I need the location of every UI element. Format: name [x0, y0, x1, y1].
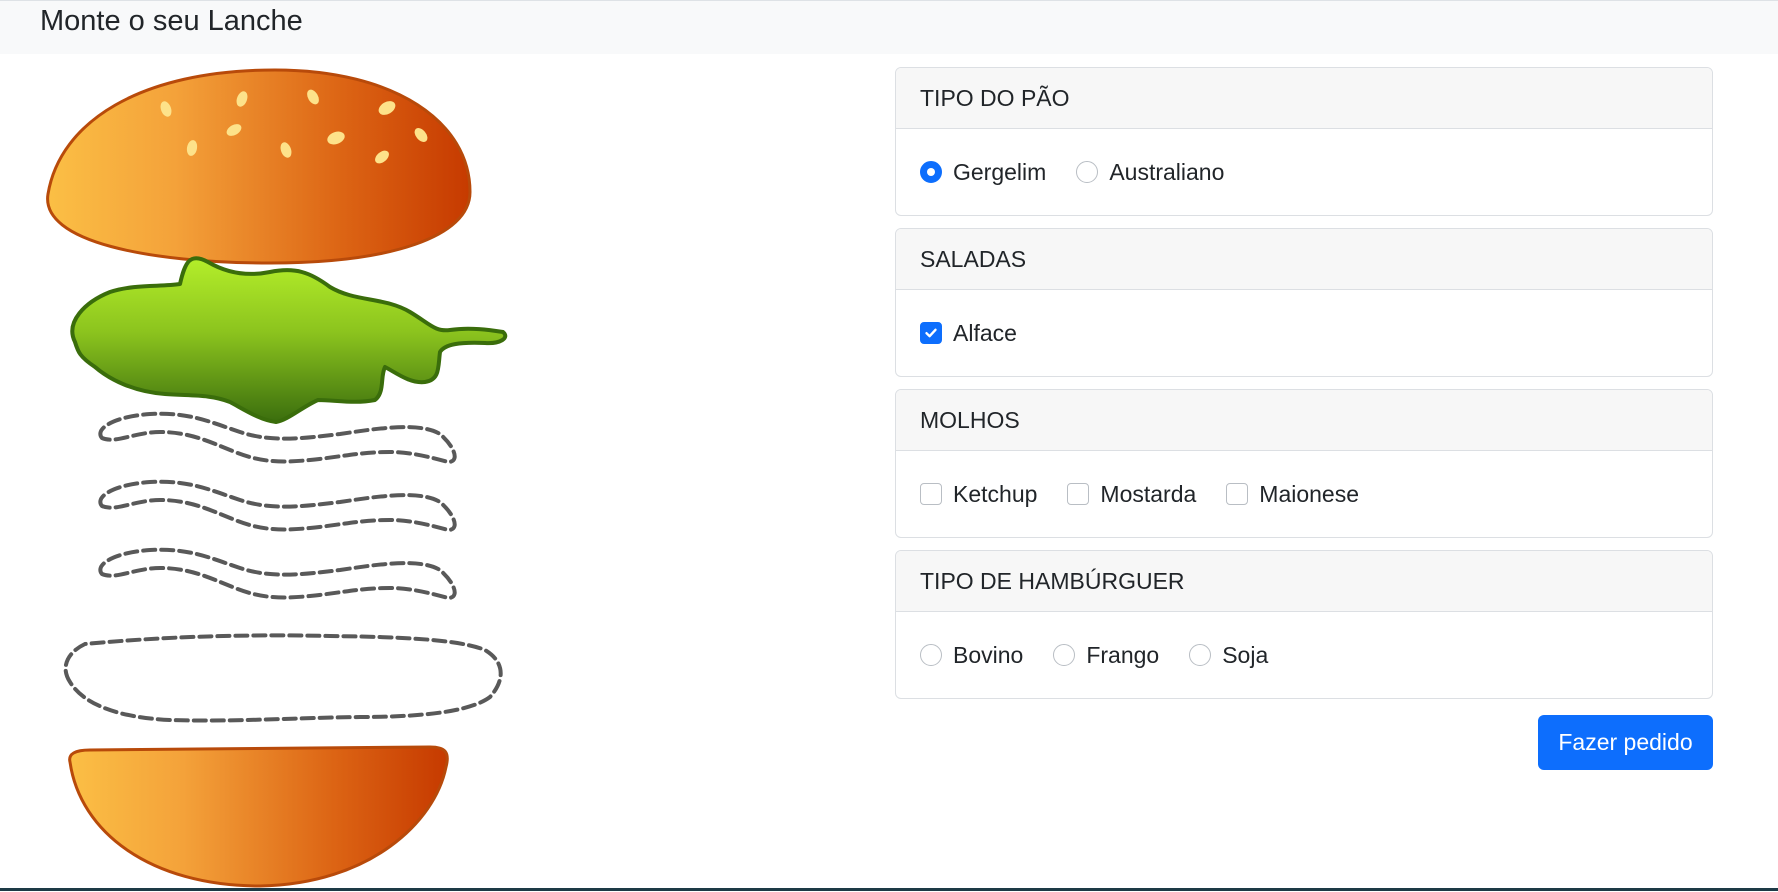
patty-placeholder-icon — [63, 633, 503, 723]
checkbox[interactable] — [920, 322, 942, 344]
radio-button[interactable] — [1053, 644, 1076, 666]
card-body: Ketchup Mostarda Maionese — [896, 451, 1712, 537]
top-bun-icon — [46, 68, 472, 265]
option-label: Gergelim — [953, 158, 1047, 185]
bottom-bun-icon — [68, 745, 449, 888]
option-label: Bovino — [953, 641, 1024, 668]
option-maionese[interactable]: Maionese — [1226, 481, 1359, 508]
card-body: Bovino Frango Soja — [896, 612, 1712, 698]
sauce-placeholder-icon — [98, 479, 457, 532]
checkbox[interactable] — [1226, 483, 1249, 505]
lettuce-icon — [70, 256, 508, 424]
submit-order-button[interactable]: Fazer pedido — [1538, 715, 1713, 770]
option-label: Soja — [1222, 641, 1269, 668]
radio-button[interactable] — [920, 161, 942, 183]
option-soja[interactable]: Soja — [1189, 642, 1268, 669]
radio-button[interactable] — [1189, 644, 1212, 666]
option-label: Mostarda — [1100, 480, 1197, 507]
burger-preview — [46, 68, 508, 888]
option-australiano[interactable]: Australiano — [1076, 159, 1224, 186]
burger-type-card: TIPO DE HAMBÚRGUER Bovino Frango Soja — [895, 550, 1713, 699]
sauce-placeholder-icon — [98, 547, 457, 600]
card-header: MOLHOS — [896, 390, 1712, 451]
option-label: Australiano — [1109, 158, 1225, 185]
card-header: TIPO DE HAMBÚRGUER — [896, 551, 1712, 612]
option-frango[interactable]: Frango — [1053, 642, 1159, 669]
option-label: Frango — [1086, 641, 1160, 668]
bread-type-card: TIPO DO PÃO Gergelim Australiano — [895, 67, 1713, 216]
card-header: TIPO DO PÃO — [896, 68, 1712, 129]
card-header: SALADAS — [896, 229, 1712, 290]
sauces-card: MOLHOS Ketchup Mostarda Maionese — [895, 389, 1713, 538]
option-ketchup[interactable]: Ketchup — [920, 481, 1037, 508]
card-body: Gergelim Australiano — [896, 129, 1712, 215]
radio-button[interactable] — [1076, 161, 1099, 183]
radio-button[interactable] — [920, 644, 942, 666]
option-gergelim[interactable]: Gergelim — [920, 159, 1046, 186]
option-mostarda[interactable]: Mostarda — [1067, 481, 1196, 508]
top-navbar: Monte o seu Lanche — [0, 0, 1778, 54]
app-title: Monte o seu Lanche — [40, 5, 303, 37]
option-bovino[interactable]: Bovino — [920, 642, 1023, 669]
option-label: Alface — [953, 319, 1017, 346]
option-label: Maionese — [1259, 480, 1360, 507]
option-label: Ketchup — [953, 480, 1038, 507]
card-body: Alface — [896, 290, 1712, 376]
option-alface[interactable]: Alface — [920, 320, 1017, 347]
checkbox[interactable] — [1067, 483, 1090, 505]
checkbox[interactable] — [920, 483, 942, 505]
check-icon — [925, 328, 937, 338]
salads-card: SALADAS Alface — [895, 228, 1713, 377]
options-panel: TIPO DO PÃO Gergelim Australiano SALADAS… — [895, 67, 1713, 711]
